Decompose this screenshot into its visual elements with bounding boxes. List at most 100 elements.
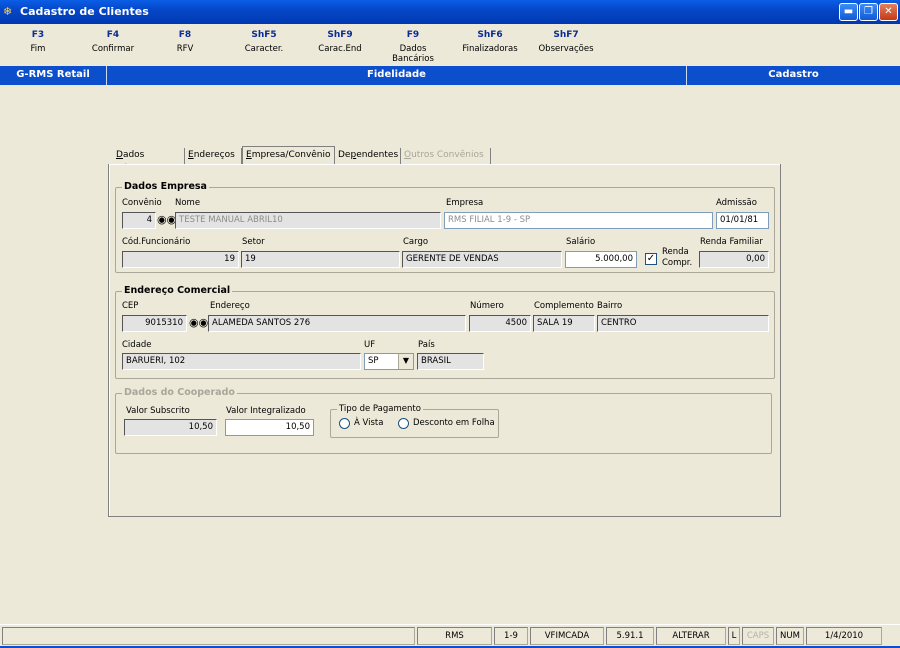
fkey-key: ShF9 — [327, 30, 353, 40]
admissao-field[interactable]: 01/01/81 — [716, 212, 769, 229]
status-program: VFIMCADA — [530, 627, 604, 645]
convenio-field[interactable]: 4 — [122, 212, 156, 229]
tab-outros-convenios: Outros Convênios — [401, 148, 491, 165]
tab-empresa-convenio[interactable]: Empresa/Convênio — [242, 146, 335, 165]
minimize-button[interactable]: ▬ — [839, 3, 858, 21]
renda-familiar-label: Renda Familiar — [700, 237, 763, 247]
compr-label: Compr. — [662, 258, 693, 268]
fkey-key: ShF5 — [251, 30, 277, 40]
status-l: L — [728, 627, 740, 645]
status-version: 5.91.1 — [606, 627, 654, 645]
binoculars-icon[interactable]: ◉◉ — [189, 315, 208, 332]
header-mode: Cadastro — [686, 66, 900, 85]
group-title: Endereço Comercial — [122, 285, 233, 296]
tab-label-prefix: De — [338, 150, 351, 160]
header-app: G-RMS Retail — [16, 69, 90, 80]
fkey-rfv[interactable]: F8 RFV — [150, 30, 220, 54]
cidade-field: BARUERI, 102 — [122, 353, 361, 370]
fkey-dados-bancarios[interactable]: F9 Dados Bancários — [378, 30, 448, 64]
radio-desconto-folha-label: Desconto em Folha — [413, 418, 495, 428]
cep-field: 9015310 — [122, 315, 187, 332]
fkey-key: F8 — [178, 30, 192, 40]
bairro-field: CENTRO — [597, 315, 769, 332]
bairro-label: Bairro — [597, 301, 623, 311]
window-title: Cadastro de Clientes — [20, 5, 149, 18]
setor-field: 19 — [241, 251, 400, 268]
tab-label: mpresa/Convênio — [251, 150, 331, 160]
status-caps: CAPS — [742, 627, 774, 645]
valor-integralizado-label: Valor Integralizado — [226, 406, 306, 416]
tab-enderecos[interactable]: Endereços — [185, 148, 242, 165]
numero-label: Número — [470, 301, 504, 311]
title-bar: ❄ Cadastro de Clientes ▬ ❐ ✕ — [0, 0, 900, 24]
uf-select[interactable]: SP ▼ — [364, 353, 414, 370]
cidade-label: Cidade — [122, 340, 152, 350]
renda-label: Renda — [662, 247, 689, 257]
valor-subscrito-label: Valor Subscrito — [126, 406, 190, 416]
close-button[interactable]: ✕ — [879, 3, 898, 21]
cargo-label: Cargo — [403, 237, 429, 247]
radio-a-vista[interactable] — [339, 418, 350, 429]
tab-dados-basicos[interactable]: Dados Básicos — [113, 148, 185, 174]
salario-label: Salário — [566, 237, 596, 247]
cargo-field: GERENTE DE VENDAS — [402, 251, 562, 268]
convenio-label: Convênio — [122, 198, 162, 208]
header-bar: G-RMS Retail Fidelidade Cadastro — [0, 66, 900, 85]
valor-integralizado-field[interactable]: 10,50 — [225, 419, 314, 436]
fkey-confirmar[interactable]: F4 Confirmar — [78, 30, 148, 54]
empresa-label: Empresa — [446, 198, 484, 208]
radio-a-vista-label: À Vista — [354, 418, 384, 428]
fkey-fim[interactable]: F3 Fim — [3, 30, 73, 54]
tab-label: ndereços — [193, 150, 235, 160]
binoculars-icon[interactable]: ◉◉ — [157, 212, 176, 229]
fkey-caracter[interactable]: ShF5 Caracter. — [229, 30, 299, 54]
cep-label: CEP — [122, 301, 139, 311]
tab-label: utros Convênios — [411, 150, 484, 160]
fkey-carac-end[interactable]: ShF9 Carac.End — [305, 30, 375, 54]
chevron-down-icon[interactable]: ▼ — [398, 354, 413, 369]
fkey-key: F9 — [406, 30, 420, 40]
status-mode: ALTERAR — [656, 627, 726, 645]
empresa-field[interactable]: RMS FILIAL 1-9 - SP — [444, 212, 713, 229]
fkey-label: RFV — [176, 44, 194, 54]
admissao-label: Admissão — [716, 198, 757, 208]
status-bar: RMS 1-9 VFIMCADA 5.91.1 ALTERAR L CAPS N… — [0, 624, 900, 646]
fkey-key: ShF6 — [477, 30, 503, 40]
pais-label: País — [418, 340, 435, 350]
function-key-toolbar: F3 Fim F4 Confirmar F8 RFV ShF5 Caracter. Sh… — [0, 24, 900, 64]
salario-field[interactable]: 5.000,00 — [565, 251, 637, 268]
fkey-finalizadoras[interactable]: ShF6 Finalizadoras — [455, 30, 525, 54]
group-title: Tipo de Pagamento — [337, 404, 423, 414]
status-filial: 1-9 — [494, 627, 528, 645]
setor-label: Setor — [242, 237, 265, 247]
header-module: Fidelidade — [106, 66, 686, 85]
fkey-key: ShF7 — [553, 30, 579, 40]
fkey-key: F4 — [106, 30, 120, 40]
group-title: Dados Empresa — [122, 181, 209, 192]
fkey-label: Observações — [538, 44, 594, 54]
maximize-button[interactable]: ❐ — [859, 3, 878, 21]
pais-field: BRASIL — [417, 353, 484, 370]
status-num: NUM — [776, 627, 804, 645]
fkey-label: Fim — [30, 44, 46, 54]
uf-select-value: SP — [368, 356, 379, 366]
fkey-label: Finalizadoras — [462, 44, 518, 54]
fkey-label: Confirmar — [91, 44, 135, 54]
fkey-observacoes[interactable]: ShF7 Observações — [531, 30, 601, 54]
complemento-label: Complemento — [534, 301, 594, 311]
renda-compr-checkbox[interactable]: ✓ — [645, 253, 657, 265]
fkey-label: Dados Bancários — [392, 44, 434, 64]
status-message — [2, 627, 415, 645]
fkey-key: F3 — [31, 30, 45, 40]
tab-mnemonic: D — [116, 150, 123, 160]
endereco-field: ALAMEDA SANTOS 276 — [208, 315, 466, 332]
complemento-field: SALA 19 — [533, 315, 595, 332]
radio-desconto-folha[interactable] — [398, 418, 409, 429]
nome-label: Nome — [175, 198, 201, 208]
valor-subscrito-field: 10,50 — [124, 419, 217, 436]
numero-field: 4500 — [469, 315, 531, 332]
group-title: Dados do Cooperado — [122, 387, 237, 398]
tab-label: endentes — [356, 150, 399, 160]
status-system: RMS — [417, 627, 492, 645]
tab-dependentes[interactable]: Dependentes — [335, 148, 401, 165]
